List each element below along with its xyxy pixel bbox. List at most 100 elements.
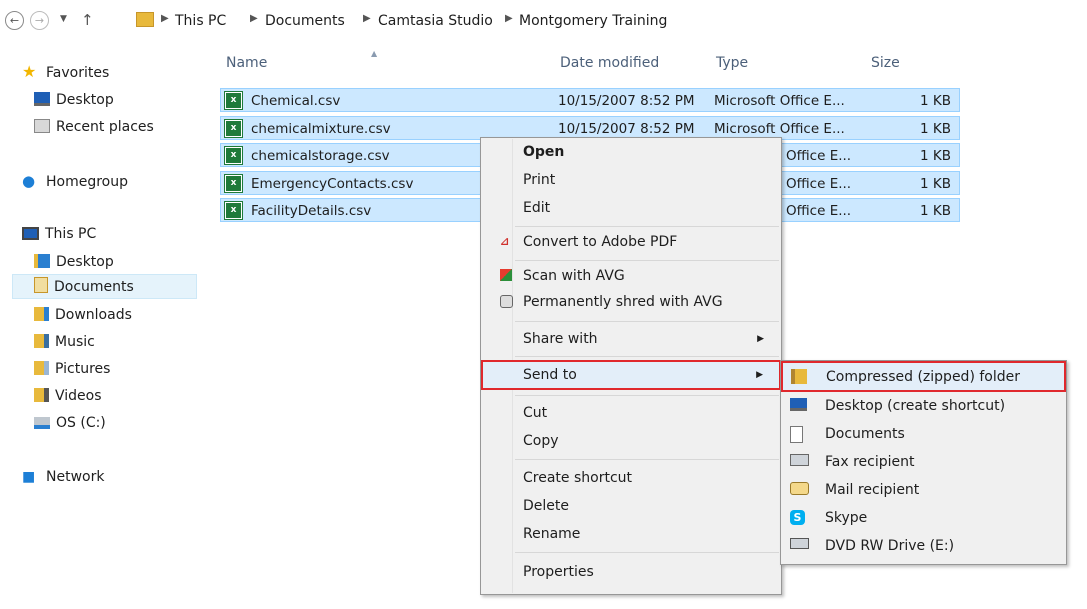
table-row[interactable]: x Chemical.csv 10/15/2007 8:52 PM Micros… [220, 88, 960, 112]
file-type: Microsoft Office E... [714, 93, 845, 109]
file-size: 1 KB [920, 93, 951, 109]
documents-folder-icon [34, 277, 48, 293]
sidebar-item-network[interactable]: ■ Network [22, 464, 104, 490]
avg-icon [500, 269, 512, 281]
menu-separator [515, 260, 779, 261]
breadcrumb-separator: ▶ [250, 13, 258, 24]
sort-ascending-icon: ▲ [371, 49, 378, 58]
forward-arrow-icon[interactable]: → [30, 11, 49, 30]
dvd-drive-icon [790, 538, 809, 549]
file-type: Office E... [786, 148, 852, 164]
network-icon: ■ [22, 469, 36, 485]
breadcrumb-documents[interactable]: Documents [265, 13, 345, 29]
column-header-size[interactable]: Size [871, 55, 900, 71]
file-date: 10/15/2007 8:52 PM [558, 93, 695, 109]
menu-item-print[interactable]: Print [482, 167, 780, 193]
breadcrumb-separator: ▶ [161, 13, 169, 24]
csv-file-icon: x [225, 147, 242, 164]
file-type: Microsoft Office E... [714, 121, 845, 137]
recent-places-icon [34, 119, 50, 133]
sidebar-item-downloads[interactable]: Downloads [34, 302, 132, 328]
menu-item-properties[interactable]: Properties [482, 559, 780, 585]
breadcrumb-this-pc[interactable]: This PC [175, 13, 226, 29]
submenu-arrow-icon: ▶ [756, 370, 763, 380]
menu-item-dvd-drive[interactable]: DVD RW Drive (E:) [782, 532, 1065, 560]
chevron-down-icon[interactable]: ▼ [60, 14, 67, 24]
menu-item-edit[interactable]: Edit [482, 195, 780, 221]
menu-item-convert-pdf[interactable]: ⊿ Convert to Adobe PDF [482, 229, 780, 255]
menu-item-open[interactable]: Open [482, 139, 780, 165]
desktop-folder-icon [34, 254, 50, 268]
menu-item-documents[interactable]: Documents [782, 420, 1065, 448]
column-header-name[interactable]: Name [226, 55, 267, 71]
breadcrumb-separator: ▶ [363, 13, 371, 24]
context-menu: Open Print Edit ⊿ Convert to Adobe PDF Sc… [480, 137, 782, 595]
file-size: 1 KB [920, 176, 951, 192]
menu-separator [515, 552, 779, 553]
menu-item-fax-recipient[interactable]: Fax recipient [782, 448, 1065, 476]
menu-item-cut[interactable]: Cut [482, 400, 780, 426]
menu-separator [515, 321, 779, 322]
breadcrumb-separator: ▶ [505, 13, 513, 24]
sidebar-item-fav-desktop[interactable]: Desktop [34, 87, 114, 113]
menu-item-rename[interactable]: Rename [482, 521, 780, 547]
menu-item-share-with[interactable]: Share with ▶ [482, 326, 780, 352]
menu-item-scan-avg[interactable]: Scan with AVG [482, 263, 780, 289]
sidebar-item-favorites[interactable]: ★ Favorites [22, 59, 109, 85]
drive-icon [34, 417, 50, 429]
menu-separator [515, 395, 779, 396]
column-header-type[interactable]: Type [716, 55, 748, 71]
address-bar: ← → ▼ ↑ ▶ This PC ▶ Documents ▶ Camtasia… [0, 0, 1087, 44]
file-name: EmergencyContacts.csv [251, 176, 414, 192]
sidebar-item-recent-places[interactable]: Recent places [34, 114, 154, 140]
sidebar-item-this-pc[interactable]: This PC [22, 221, 96, 247]
csv-file-icon: x [225, 92, 242, 109]
menu-item-delete[interactable]: Delete [482, 493, 780, 519]
sidebar-item-os-c[interactable]: OS (C:) [34, 410, 106, 436]
file-size: 1 KB [920, 148, 951, 164]
desktop-icon [790, 398, 807, 411]
homegroup-icon: ● [22, 172, 36, 190]
menu-separator [515, 459, 779, 460]
file-type: Office E... [786, 176, 852, 192]
file-type: Office E... [786, 203, 852, 219]
sidebar-item-pictures[interactable]: Pictures [34, 356, 110, 382]
csv-file-icon: x [225, 202, 242, 219]
menu-item-create-shortcut[interactable]: Create shortcut [482, 465, 780, 491]
folder-icon [136, 12, 154, 27]
menu-item-mail-recipient[interactable]: Mail recipient [782, 476, 1065, 504]
navigation-pane: ★ Favorites Desktop Recent places ● Homegr… [0, 44, 205, 609]
file-name: chemicalmixture.csv [251, 121, 391, 137]
menu-item-skype[interactable]: S Skype [782, 504, 1065, 532]
sidebar-item-homegroup[interactable]: ● Homegroup [22, 168, 128, 194]
menu-item-compressed-folder[interactable]: Compressed (zipped) folder [781, 361, 1066, 392]
file-date: 10/15/2007 8:52 PM [558, 121, 695, 137]
csv-file-icon: x [225, 120, 242, 137]
downloads-folder-icon [34, 307, 49, 321]
star-icon: ★ [22, 62, 37, 81]
menu-item-desktop-shortcut[interactable]: Desktop (create shortcut) [782, 392, 1065, 420]
menu-item-shred-avg[interactable]: Permanently shred with AVG [482, 289, 780, 315]
sidebar-item-music[interactable]: Music [34, 329, 95, 355]
up-arrow-icon[interactable]: ↑ [81, 11, 94, 29]
menu-item-send-to[interactable]: Send to ▶ [481, 360, 781, 390]
csv-file-icon: x [225, 175, 242, 192]
sidebar-item-videos[interactable]: Videos [34, 383, 102, 409]
menu-separator [515, 226, 779, 227]
shredder-icon [500, 295, 513, 308]
skype-icon: S [790, 510, 805, 525]
back-arrow-icon[interactable]: ← [5, 11, 24, 30]
zip-folder-icon [791, 369, 807, 384]
document-icon [790, 426, 803, 443]
file-name: Chemical.csv [251, 93, 341, 109]
sidebar-item-desktop[interactable]: Desktop [34, 249, 114, 275]
breadcrumb-montgomery[interactable]: Montgomery Training [519, 13, 667, 29]
desktop-icon [34, 92, 50, 106]
fax-icon [790, 454, 809, 466]
menu-item-copy[interactable]: Copy [482, 428, 780, 454]
sidebar-item-documents[interactable]: Documents [34, 274, 134, 300]
menu-separator [515, 356, 779, 357]
column-header-date[interactable]: Date modified [560, 55, 659, 71]
music-folder-icon [34, 334, 49, 348]
breadcrumb-camtasia[interactable]: Camtasia Studio [378, 13, 493, 29]
